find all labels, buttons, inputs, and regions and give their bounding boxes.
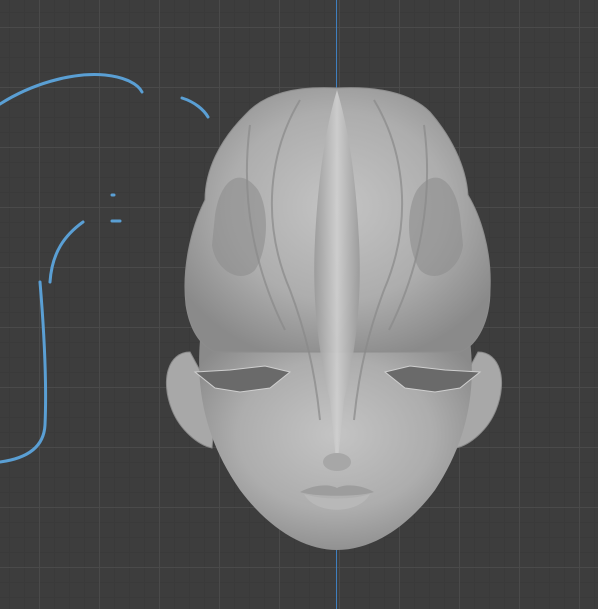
annotation-stroke-bracket [0,280,48,464]
annotation-stroke-dash-1 [180,96,210,119]
3d-viewport[interactable] [0,0,598,609]
nose-tip [323,453,351,471]
annotation-stroke-hook [48,220,85,284]
annotation-stroke-arc [0,73,144,106]
head-mesh[interactable] [165,87,503,550]
viewport-scene [0,73,503,550]
